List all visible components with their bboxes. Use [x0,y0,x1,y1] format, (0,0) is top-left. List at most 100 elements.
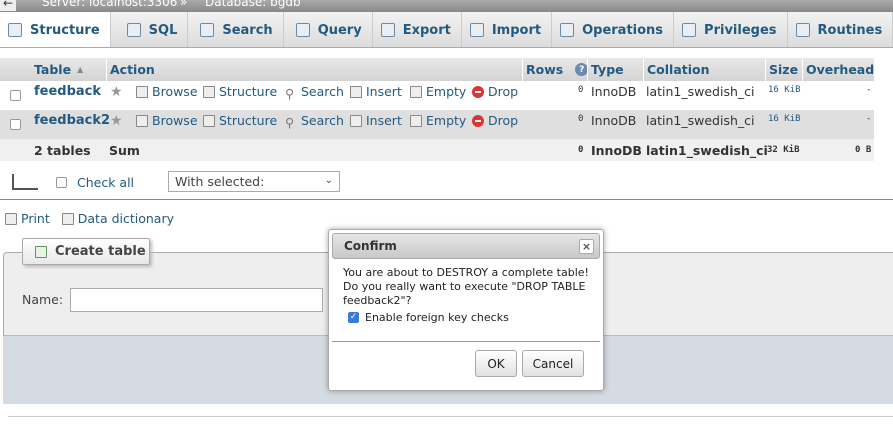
breadcrumb-bar: ← Server: localhost:3306 » Database: bgd… [0,0,893,12]
search-action[interactable]: ⚲ Search [285,77,344,106]
print-links: Print Data dictionary [5,211,174,226]
check-all-label[interactable]: Check all [77,175,134,190]
cancel-button[interactable]: Cancel [522,350,584,377]
drop-icon [472,114,484,127]
empty-icon [410,85,422,98]
collation: latin1_swedish_ci [646,84,755,99]
table-row: feedback2 ★ Browse Structure ⚲ Search Ins… [0,110,874,139]
empty-action[interactable]: Empty [410,106,466,135]
summary-rows: 0 [578,145,584,155]
insert-icon [350,85,362,98]
drop-action[interactable]: Drop [472,77,518,106]
create-table-legend: Create table [22,238,150,265]
summary-collation: latin1_swedish_ci [646,142,768,158]
size[interactable]: 16 KiB [768,75,801,104]
table-name-link[interactable]: feedback [34,77,101,106]
empty-icon [410,114,422,127]
engine-type: InnoDB [591,84,637,99]
main-tabs: Structure SQL Search Query Export Import… [0,12,893,48]
browse-icon [136,85,148,98]
tab-sql[interactable]: SQL [111,12,189,47]
wrench-icon [560,23,575,37]
tab-routines[interactable]: Routines [788,12,893,47]
chevron-down-icon: ⌄ [324,175,333,186]
overhead: - [866,84,872,95]
summary-overhead: 0 B [855,145,872,155]
row-checkbox[interactable] [10,90,21,101]
print-link[interactable]: Print [5,211,50,226]
col-overhead-header[interactable]: Overhead [802,58,874,81]
row-count: 0 [578,113,584,124]
confirm-dialog: Confirm × You are about to DESTROY a com… [328,229,604,391]
summary-type: InnoDB [591,142,642,158]
breadcrumb-server[interactable]: Server: localhost:3306 [42,0,177,9]
tab-privileges[interactable]: Privileges [674,12,788,47]
tab-query[interactable]: Query [284,12,373,47]
overhead: - [866,113,872,124]
structure-icon [203,114,215,127]
sql-icon [126,23,141,37]
tab-structure[interactable]: Structure [0,12,111,47]
arrow-up-icon [12,174,38,190]
foreign-key-checks-option[interactable]: ✓ Enable foreign key checks [348,311,509,324]
divider [8,416,893,417]
printer-icon [5,212,17,225]
drop-icon [472,85,484,98]
structure-icon [8,23,22,37]
import-icon [469,23,484,37]
dialog-title: Confirm [344,239,397,253]
size[interactable]: 16 KiB [768,104,801,133]
export-icon [380,23,395,37]
summary-table-count: 2 tables [34,142,91,158]
browse-action[interactable]: Browse [136,77,198,106]
check-all-checkbox[interactable] [56,176,67,188]
back-arrow-icon[interactable]: ← [0,0,16,11]
search-icon: ⚲ [285,85,295,101]
breadcrumb-separator: » [180,0,188,9]
search-icon [200,23,215,37]
data-dictionary-link[interactable]: Data dictionary [61,211,174,226]
empty-action[interactable]: Empty [410,77,466,106]
new-table-icon [35,245,47,258]
dialog-divider [332,341,600,342]
structure-action[interactable]: Structure [203,106,277,135]
tab-export[interactable]: Export [373,12,462,47]
insert-action[interactable]: Insert [350,77,402,106]
sort-asc-icon: ▲ [77,65,84,74]
ok-button[interactable]: OK [475,350,517,377]
tab-import[interactable]: Import [462,12,553,47]
search-icon: ⚲ [285,114,295,130]
tab-operations[interactable]: Operations [552,12,675,47]
favorite-star-icon[interactable]: ★ [110,113,123,129]
dictionary-icon [61,212,74,225]
query-icon [295,23,310,37]
dialog-titlebar[interactable]: Confirm × [332,233,600,259]
with-selected-dropdown[interactable]: With selected: ⌄ [168,171,340,192]
routines-icon [795,23,810,37]
dialog-message: You are about to DESTROY a complete tabl… [343,266,589,307]
summary-row: 2 tables Sum 0 InnoDB latin1_swedish_ci … [0,139,874,161]
summary-label: Sum [109,142,140,158]
privileges-icon [682,23,697,37]
breadcrumb-database[interactable]: Database: bgdb [205,0,301,9]
foreign-key-checkbox[interactable]: ✓ [348,312,359,323]
collation: latin1_swedish_ci [646,113,755,128]
table-name-input[interactable] [70,288,323,312]
bulk-actions: Check all [12,172,134,192]
insert-action[interactable]: Insert [350,106,402,135]
insert-icon [350,114,362,127]
name-label: Name: [22,292,64,307]
divider [0,199,893,200]
structure-action[interactable]: Structure [203,77,277,106]
summary-size: 32 KiB [767,145,800,155]
table-name-link[interactable]: feedback2 [34,106,110,135]
favorite-star-icon[interactable]: ★ [110,84,123,100]
row-count: 0 [578,84,584,95]
search-action[interactable]: ⚲ Search [285,106,344,135]
tab-search[interactable]: Search [188,12,284,47]
browse-icon [136,114,148,127]
drop-action[interactable]: Drop [472,106,518,135]
browse-action[interactable]: Browse [136,106,198,135]
row-checkbox[interactable] [10,119,21,130]
close-icon[interactable]: × [579,239,594,254]
